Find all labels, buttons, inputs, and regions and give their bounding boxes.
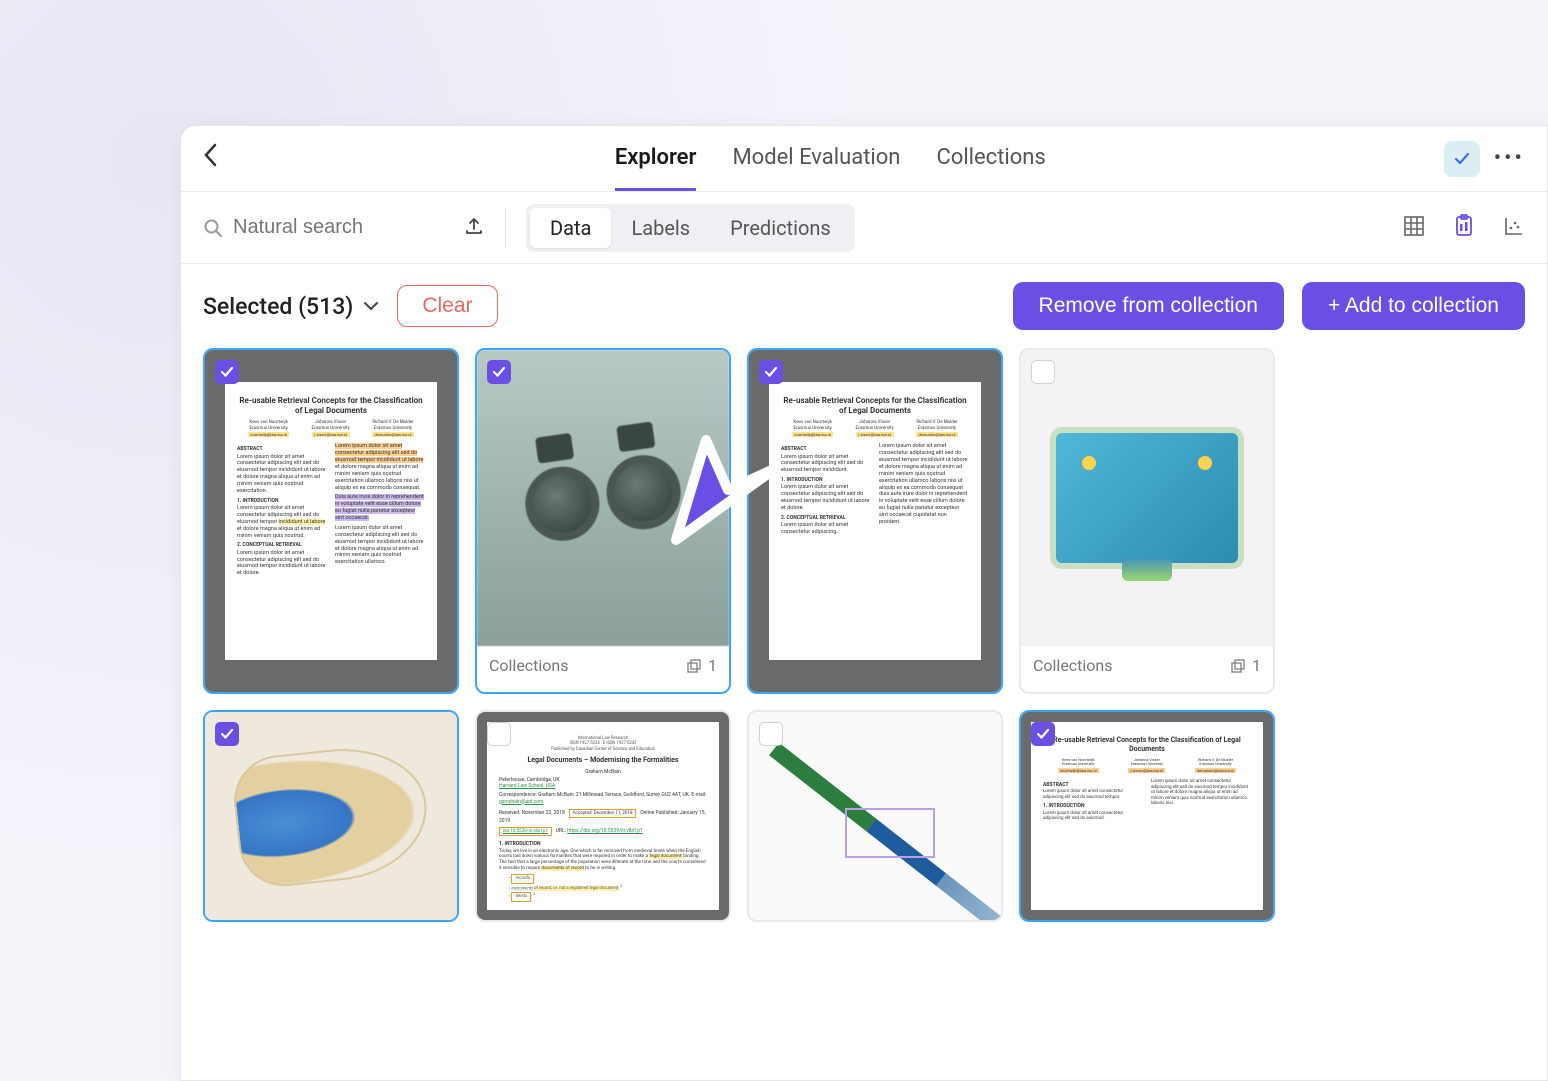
more-menu-button[interactable]: ••• — [1494, 146, 1525, 171]
topbar: Explorer Model Evaluation Collections ••… — [181, 126, 1547, 192]
grid-card[interactable]: Re-usable Retrieval Concepts for the Cla… — [1019, 710, 1275, 922]
card-checkbox[interactable] — [1031, 360, 1055, 384]
back-button[interactable] — [203, 143, 217, 174]
grid-card[interactable] — [747, 710, 1003, 922]
chevron-left-icon — [203, 143, 217, 167]
separator — [505, 209, 506, 247]
thumbnail-image — [477, 350, 729, 646]
check-icon — [1453, 150, 1471, 168]
card-checkbox[interactable] — [215, 360, 239, 384]
grid-card[interactable]: Re-usable Retrieval Concepts for the Cla… — [203, 348, 459, 694]
card-meta: Collections 1 — [1021, 646, 1273, 685]
clear-button[interactable]: Clear — [397, 285, 497, 327]
search-input[interactable] — [233, 216, 413, 239]
check-icon — [220, 365, 234, 379]
tabs-nav: Explorer Model Evaluation Collections — [615, 127, 1046, 191]
clipboard-icon — [1453, 214, 1475, 238]
grid-card[interactable]: Collections 1 — [475, 348, 731, 694]
stack-icon — [686, 658, 702, 674]
scatter-chart-icon — [1503, 215, 1525, 237]
stack-icon — [1230, 658, 1246, 674]
card-checkbox[interactable] — [215, 722, 239, 746]
search-icon — [203, 218, 223, 238]
grid-card[interactable]: Re-usable Retrieval Concepts for the Cla… — [747, 348, 1003, 694]
toolbar: Data Labels Predictions — [181, 192, 1547, 264]
chart-view-button[interactable] — [1503, 215, 1525, 241]
table-view-button[interactable] — [1403, 215, 1425, 241]
selected-dropdown[interactable]: Selected (513) — [203, 293, 379, 320]
tab-explorer[interactable]: Explorer — [615, 127, 697, 191]
chevron-down-icon — [363, 301, 379, 311]
check-icon — [492, 365, 506, 379]
selected-count-label: Selected (513) — [203, 293, 353, 320]
grid-card[interactable] — [203, 710, 459, 922]
collections-label: Collections — [489, 656, 569, 675]
search-field[interactable] — [203, 216, 443, 239]
tab-collections[interactable]: Collections — [936, 127, 1045, 191]
segment-predictions[interactable]: Predictions — [710, 208, 851, 248]
check-icon — [220, 727, 234, 741]
check-icon — [764, 365, 778, 379]
status-check-chip[interactable] — [1444, 141, 1480, 177]
remove-from-collection-button[interactable]: Remove from collection — [1013, 282, 1284, 330]
card-checkbox[interactable] — [1031, 722, 1055, 746]
grid-icon — [1403, 215, 1425, 237]
upload-button[interactable] — [463, 215, 485, 241]
card-checkbox[interactable] — [759, 722, 783, 746]
thumbnail-image — [1021, 350, 1273, 646]
action-bar: Selected (513) Clear Remove from collect… — [181, 264, 1547, 348]
clipboard-view-button[interactable] — [1453, 214, 1475, 242]
card-meta: Collections 1 — [477, 646, 729, 685]
upload-icon — [463, 215, 485, 237]
doc-title: Re-usable Retrieval Concepts for the Cla… — [781, 396, 969, 416]
card-checkbox[interactable] — [759, 360, 783, 384]
card-checkbox[interactable] — [487, 360, 511, 384]
results-grid: Re-usable Retrieval Concepts for the Cla… — [181, 348, 1547, 944]
segment-data[interactable]: Data — [530, 208, 611, 248]
thumbnail-image — [205, 712, 457, 920]
add-to-collection-button[interactable]: + Add to collection — [1302, 282, 1525, 330]
grid-card[interactable]: International Law ResearchISSN 1927-5234… — [475, 710, 731, 922]
thumbnail-image — [749, 712, 1001, 920]
card-checkbox[interactable] — [487, 722, 511, 746]
tab-model-evaluation[interactable]: Model Evaluation — [732, 127, 900, 191]
view-segment-group: Data Labels Predictions — [526, 204, 855, 252]
app-frame: Explorer Model Evaluation Collections ••… — [180, 125, 1548, 1081]
check-icon — [1036, 727, 1050, 741]
doc-title: Re-usable Retrieval Concepts for the Cla… — [237, 396, 425, 416]
collections-label: Collections — [1033, 656, 1113, 675]
segment-labels[interactable]: Labels — [611, 208, 710, 248]
grid-card[interactable]: Collections 1 — [1019, 348, 1275, 694]
